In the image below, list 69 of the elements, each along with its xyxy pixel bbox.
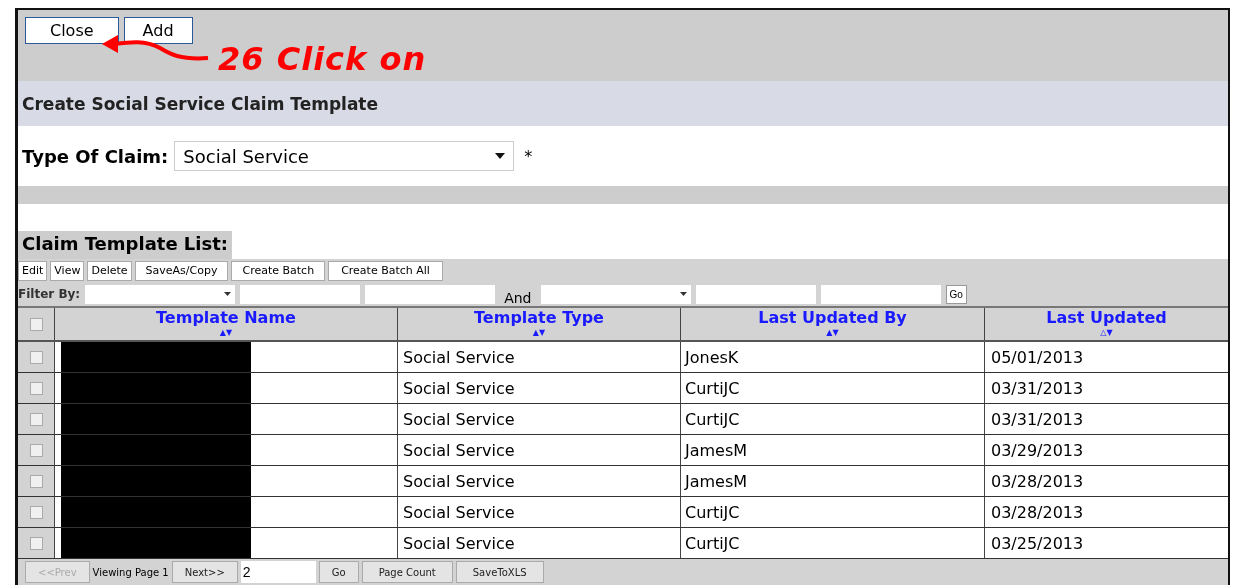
table-cell: 03/25/2013: [991, 533, 1084, 553]
page-input-field[interactable]: 2: [240, 561, 316, 583]
annotation-text: 26 Click on: [218, 40, 427, 78]
column-header[interactable]: Template Type: [474, 308, 604, 328]
table-cell: CurtiJC: [685, 409, 740, 429]
column-header[interactable]: Last Updated: [1046, 308, 1167, 328]
row-checkbox[interactable]: [29, 412, 43, 426]
table-cell: 03/29/2013: [991, 440, 1084, 460]
row-checkbox[interactable]: [29, 536, 43, 550]
filter-dropdown[interactable]: [85, 284, 236, 304]
toolbar-button[interactable]: Create Batch All: [328, 260, 443, 281]
filter-conjunction: And: [503, 290, 533, 306]
filter-field[interactable]: [365, 284, 496, 304]
top-button[interactable]: Close: [25, 17, 119, 44]
claim-type-dropdown[interactable]: Social Service: [174, 141, 515, 171]
sort-arrows[interactable]: ▲▼: [826, 328, 839, 337]
pager-button[interactable]: SaveToXLS: [455, 561, 544, 583]
next-button[interactable]: Next>>: [171, 561, 238, 583]
table-cell: JamesM: [685, 440, 748, 460]
table-cell: Social Service: [403, 440, 515, 460]
select-all-checkbox[interactable]: [29, 317, 43, 331]
toolbar-button[interactable]: Edit: [18, 260, 48, 281]
table-cell: 03/31/2013: [991, 409, 1084, 429]
filter-field[interactable]: [240, 284, 361, 304]
table-cell: Social Service: [403, 378, 515, 398]
filter-dropdown[interactable]: [540, 284, 691, 304]
filter-label: Filter By:: [18, 287, 81, 301]
sort-arrows[interactable]: ▲▼: [219, 328, 233, 337]
toolbar-button[interactable]: Create Batch: [231, 260, 326, 281]
toolbar-button[interactable]: SaveAs/Copy: [134, 260, 229, 281]
toolbar-button[interactable]: Delete: [87, 260, 132, 281]
table-cell: CurtiJC: [685, 533, 740, 553]
required-mark: *: [524, 146, 533, 166]
table-cell: JamesM: [685, 471, 748, 491]
caret-icon: [495, 153, 506, 159]
sort-arrows[interactable]: ▲▼: [532, 328, 546, 337]
table-cell: 03/28/2013: [991, 471, 1084, 491]
column-header[interactable]: Last Updated By: [758, 308, 907, 328]
list-title: Claim Template List:: [18, 231, 232, 259]
table-cell: CurtiJC: [685, 502, 740, 522]
toolbar-button[interactable]: View: [50, 260, 85, 281]
row-checkbox[interactable]: [29, 505, 43, 519]
go-button[interactable]: Go: [945, 284, 967, 304]
row-checkbox[interactable]: [29, 381, 43, 395]
claim-type-label: Type Of Claim:: [22, 145, 169, 167]
go-button[interactable]: Go: [318, 561, 359, 583]
caret-icon: [679, 292, 687, 296]
table-cell: Social Service: [403, 347, 515, 367]
table-cell: Social Service: [403, 502, 515, 522]
filter-field[interactable]: [820, 284, 941, 304]
row-checkbox[interactable]: [29, 474, 43, 488]
row-checkbox[interactable]: [29, 443, 43, 457]
table-cell: 03/31/2013: [991, 378, 1084, 398]
table-cell: Social Service: [403, 409, 515, 429]
pager-button[interactable]: Page Count: [361, 561, 453, 583]
column-header[interactable]: Template Name: [156, 308, 296, 328]
table-cell: JonesK: [685, 347, 739, 367]
page-status: Viewing Page 1: [92, 566, 169, 578]
table-cell: 05/01/2013: [991, 347, 1084, 367]
row-checkbox[interactable]: [29, 350, 43, 364]
table-cell: CurtiJC: [685, 378, 740, 398]
table-cell: Social Service: [403, 533, 515, 553]
sort-arrows[interactable]: △▼: [1100, 328, 1113, 337]
table-cell: Social Service: [403, 471, 515, 491]
page-title: Create Social Service Claim Template: [18, 81, 1228, 126]
table-cell: 03/28/2013: [991, 502, 1084, 522]
filter-field[interactable]: [695, 284, 816, 304]
top-button[interactable]: Add: [123, 17, 193, 44]
caret-icon: [224, 292, 232, 296]
